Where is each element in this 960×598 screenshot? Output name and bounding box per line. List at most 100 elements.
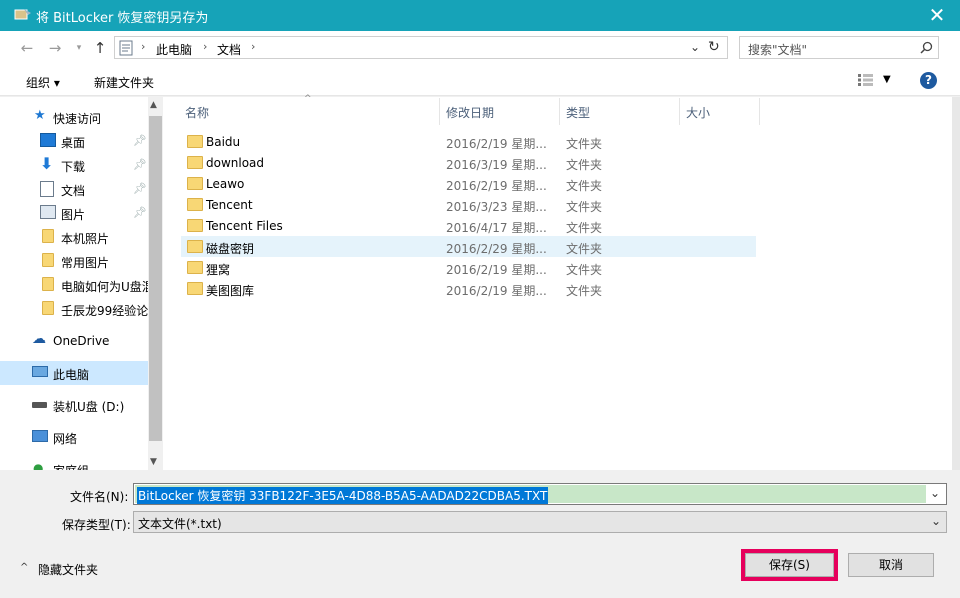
file-row[interactable]: 美图图库 2016/2/19 星期... 文件夹 xyxy=(181,278,756,299)
column-header-date[interactable]: 修改日期 xyxy=(446,104,494,124)
nav-item-downloads[interactable]: ⬇ 下载 📌︎ xyxy=(0,153,148,177)
filetype-dropdown-chevron-icon[interactable]: ⌄ xyxy=(931,514,941,528)
nav-item-folder[interactable]: 电脑如何为U盘混 xyxy=(0,273,154,297)
file-row[interactable]: Tencent Files 2016/4/17 星期... 文件夹 xyxy=(181,215,756,236)
filename-dropdown-chevron-icon[interactable]: ⌄ xyxy=(930,486,940,500)
nav-item-label: 文档 xyxy=(61,184,86,198)
nav-item-documents[interactable]: 文档 📌︎ xyxy=(0,177,148,201)
file-type: 文件夹 xyxy=(566,179,603,193)
file-name: Tencent xyxy=(206,198,253,212)
title-bar: 将 BitLocker 恢复密钥另存为 ✕ xyxy=(0,0,960,31)
file-row[interactable]: Baidu 2016/2/19 星期... 文件夹 xyxy=(181,131,756,152)
cloud-icon: ☁ xyxy=(32,331,46,347)
column-divider[interactable] xyxy=(679,98,680,125)
nav-this-pc[interactable]: 此电脑 xyxy=(0,361,148,385)
folder-icon xyxy=(187,177,203,190)
address-bar[interactable]: › 此电脑 › 文档 › ⌄ ↻ xyxy=(114,36,728,59)
breadcrumb-separator-icon[interactable]: › xyxy=(203,40,207,53)
nav-item-label: 快速访问 xyxy=(53,112,102,126)
cancel-button[interactable]: 取消 xyxy=(848,553,934,577)
sort-ascending-icon: ^ xyxy=(304,94,312,104)
save-button-highlight xyxy=(741,549,838,581)
hide-folders-toggle[interactable]: 隐藏文件夹 xyxy=(38,561,98,578)
filetype-label: 保存类型(T): xyxy=(62,518,131,532)
breadcrumb-documents[interactable]: 文档 xyxy=(217,41,241,58)
nav-quick-access[interactable]: ★ 快速访问 xyxy=(0,105,148,129)
close-button[interactable]: ✕ xyxy=(922,2,952,28)
file-row[interactable]: download 2016/3/19 星期... 文件夹 xyxy=(181,152,756,173)
pin-icon: 📌︎ xyxy=(133,158,147,171)
nav-item-label: 壬辰龙99经验论 xyxy=(61,304,149,318)
chevron-up-icon[interactable]: ^ xyxy=(20,562,28,573)
file-name: download xyxy=(206,156,265,170)
nav-homegroup[interactable]: ● 家庭组 xyxy=(0,457,148,470)
breadcrumb-separator-icon[interactable]: › xyxy=(141,40,145,53)
nav-network[interactable]: 网络 xyxy=(0,425,148,449)
file-date: 2016/2/19 星期... xyxy=(446,263,547,277)
file-row[interactable]: Leawo 2016/2/19 星期... 文件夹 xyxy=(181,173,756,194)
file-type: 文件夹 xyxy=(566,200,603,214)
file-type: 文件夹 xyxy=(566,221,603,235)
nav-item-label: 本机照片 xyxy=(61,232,110,246)
nav-onedrive[interactable]: ☁ OneDrive xyxy=(0,329,148,353)
file-name: 狸窝 xyxy=(206,263,231,277)
folder-icon xyxy=(42,229,54,243)
folder-icon xyxy=(42,277,54,291)
folder-icon xyxy=(42,301,54,315)
nav-item-label: 网络 xyxy=(53,432,78,446)
nav-item-folder[interactable]: 本机照片 xyxy=(0,225,148,249)
nav-item-label: 桌面 xyxy=(61,136,86,150)
back-arrow-icon[interactable]: ← xyxy=(16,37,38,59)
file-row-selected[interactable]: 磁盘密钥 2016/2/29 星期... 文件夹 xyxy=(181,236,756,257)
file-date: 2016/2/19 星期... xyxy=(446,137,547,151)
nav-item-folder[interactable]: 常用图片 xyxy=(0,249,148,273)
column-header-size[interactable]: 大小 xyxy=(686,104,710,124)
nav-item-label: 家庭组 xyxy=(53,462,89,470)
column-divider[interactable] xyxy=(439,98,440,125)
file-name: Leawo xyxy=(206,177,245,191)
scroll-down-icon[interactable]: ▼ xyxy=(150,457,157,467)
new-folder-button[interactable]: 新建文件夹 xyxy=(94,74,154,91)
column-divider[interactable] xyxy=(759,98,760,125)
window-edge xyxy=(952,97,960,470)
filetype-select[interactable]: 文本文件(*.txt) ⌄ xyxy=(133,511,947,533)
file-type: 文件夹 xyxy=(566,242,603,256)
star-icon: ★ xyxy=(34,108,46,123)
search-icon[interactable] xyxy=(920,41,933,54)
file-name: 磁盘密钥 xyxy=(206,242,255,256)
column-header-name[interactable]: 名称 xyxy=(185,104,209,124)
document-icon xyxy=(40,181,54,197)
file-date: 2016/2/19 星期... xyxy=(446,284,547,298)
nav-item-folder[interactable]: 壬辰龙99经验论 xyxy=(0,297,148,321)
file-date: 2016/2/19 星期... xyxy=(446,179,547,193)
up-arrow-icon[interactable]: ↑ xyxy=(89,37,111,59)
organize-menu[interactable]: 组织 ▾ xyxy=(26,74,60,91)
help-icon[interactable]: ? xyxy=(920,72,937,89)
view-options-icon[interactable] xyxy=(858,74,874,86)
file-row[interactable]: 狸窝 2016/2/19 星期... 文件夹 xyxy=(181,257,756,278)
nav-usb-drive[interactable]: 装机U盘 (D:) xyxy=(0,393,148,417)
pin-icon: 📌︎ xyxy=(133,206,147,219)
address-dropdown-chevron-icon[interactable]: ⌄ xyxy=(690,40,700,54)
nav-scrollbar-thumb[interactable] xyxy=(149,116,162,441)
folder-icon xyxy=(187,219,203,232)
file-row[interactable]: Tencent 2016/3/23 星期... 文件夹 xyxy=(181,194,756,215)
nav-item-desktop[interactable]: 桌面 📌︎ xyxy=(0,129,148,153)
filetype-value: 文本文件(*.txt) xyxy=(138,517,222,531)
recent-locations-chevron-icon[interactable]: ▾ xyxy=(68,37,90,59)
column-header-type[interactable]: 类型 xyxy=(566,104,590,124)
nav-item-label: 图片 xyxy=(61,208,86,222)
forward-arrow-icon[interactable]: → xyxy=(44,37,66,59)
folder-icon xyxy=(187,240,203,253)
folder-icon xyxy=(187,261,203,274)
filename-value[interactable]: BitLocker 恢复密钥 33FB122F-3E5A-4D88-B5A5-A… xyxy=(137,487,549,504)
view-dropdown-chevron-icon[interactable]: ▼ xyxy=(883,74,891,85)
nav-item-pictures[interactable]: 图片 📌︎ xyxy=(0,201,148,225)
refresh-icon[interactable]: ↻ xyxy=(708,39,720,55)
scroll-up-icon[interactable]: ▲ xyxy=(150,100,157,110)
file-date: 2016/3/23 星期... xyxy=(446,200,547,214)
breadcrumb-separator-icon[interactable]: › xyxy=(251,40,255,53)
breadcrumb-this-pc[interactable]: 此电脑 xyxy=(156,41,192,58)
column-divider[interactable] xyxy=(559,98,560,125)
search-input[interactable]: 搜索"文档" xyxy=(739,36,939,59)
